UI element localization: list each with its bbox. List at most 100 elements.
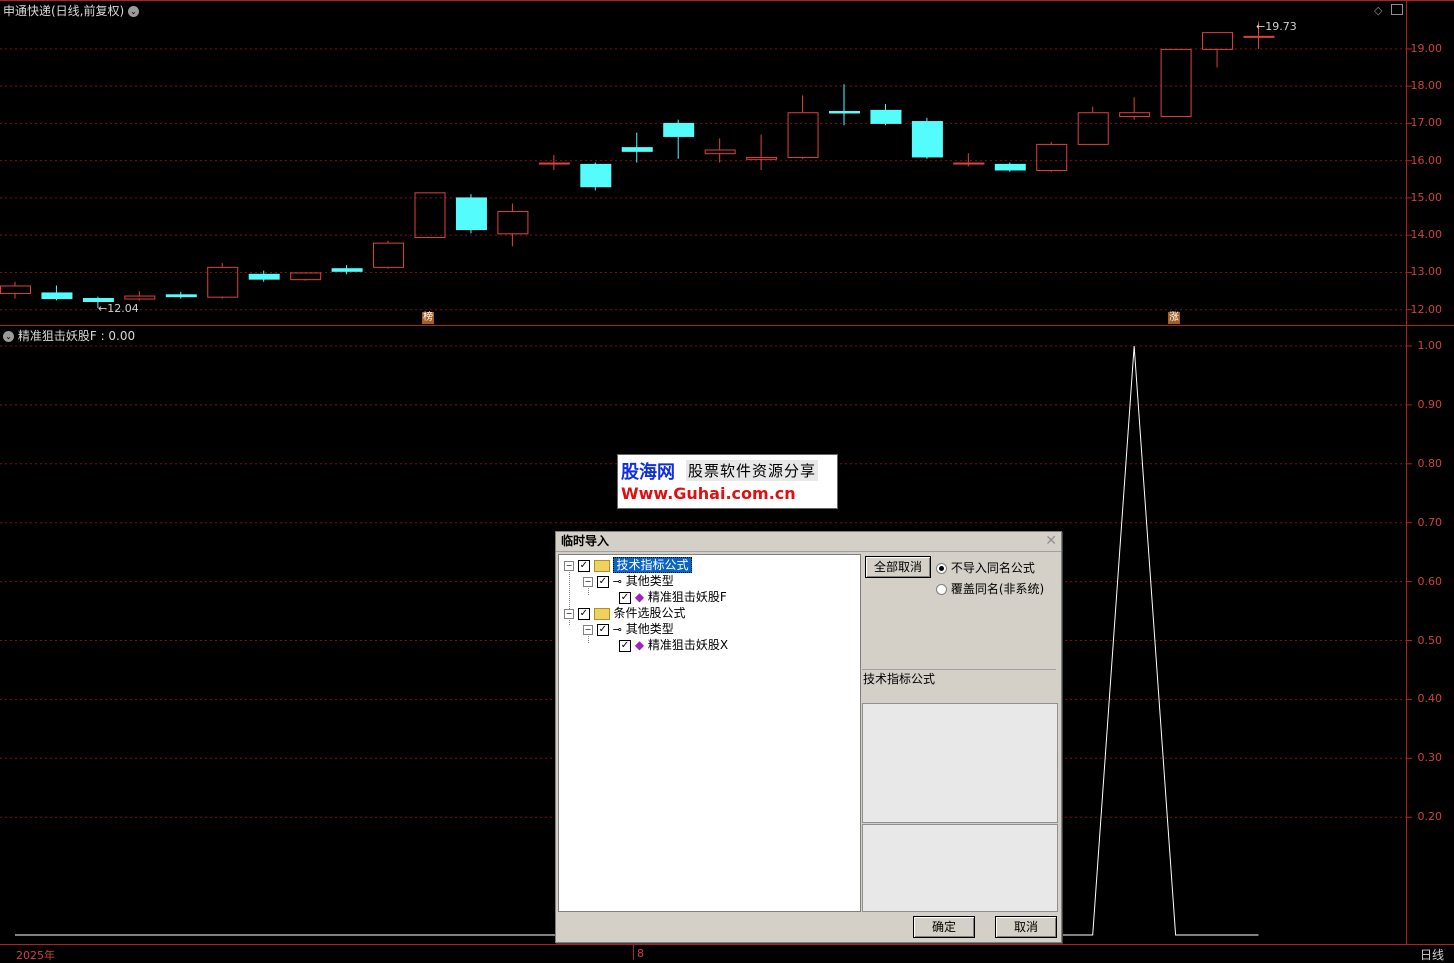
month-label: 8	[637, 947, 644, 960]
tree-node-formula-f[interactable]: ✓ ◆ 精准狙击妖股F	[619, 589, 727, 605]
window-toggle-icon[interactable]	[1391, 4, 1403, 15]
candle-body	[746, 156, 778, 160]
collapse-icon[interactable]: −	[564, 560, 574, 571]
radio-label: 覆盖同名(非系统)	[950, 582, 1045, 596]
ok-button[interactable]: 确定	[913, 916, 975, 938]
candle-body	[538, 162, 570, 165]
indicator-tick-label: 0.20	[1417, 810, 1443, 824]
month-divider	[633, 945, 634, 960]
candle-body	[0, 285, 31, 294]
checkbox-icon[interactable]: ✓	[577, 559, 590, 572]
candle-body	[1160, 48, 1192, 117]
logo-name: 股海网	[621, 462, 675, 483]
top-border	[0, 0, 1454, 1]
indicator-name: 精准狙击妖股F	[17, 329, 97, 343]
radio-icon[interactable]	[936, 584, 947, 595]
folder-icon	[593, 607, 610, 620]
marker-bang[interactable]: 榜	[422, 312, 434, 324]
candle-body	[373, 242, 405, 268]
candle-body	[290, 272, 322, 281]
candle-body	[911, 121, 943, 158]
watermark-logo: 股海网 股票软件资源分享 Www.Guhai.com.cn	[617, 454, 838, 509]
checkbox-icon[interactable]: ✓	[619, 639, 631, 652]
price-tick-label: 14.00	[1410, 228, 1443, 242]
dropdown-icon[interactable]: ⌄	[128, 6, 140, 17]
diamond-icon: ◆	[634, 638, 645, 652]
low-value: 12.04	[107, 302, 139, 315]
price-tick-label: 15.00	[1410, 190, 1443, 204]
key-icon: ⊸	[612, 575, 622, 588]
candle-body	[414, 192, 446, 239]
diamond-icon[interactable]: ◇	[1374, 4, 1382, 17]
tree-node-other-types[interactable]: − ✓ ⊸ 其他类型	[583, 573, 674, 589]
marker-zhang[interactable]: 涨	[1168, 312, 1180, 324]
candle-body	[1243, 35, 1275, 38]
high-value: 19.73	[1265, 20, 1297, 33]
indicator-title: ⌄ 精准狙击妖股F : 0.00	[3, 327, 135, 344]
candle-body	[207, 266, 239, 298]
candle-body	[787, 112, 819, 158]
candle-body	[1202, 32, 1234, 50]
candle-body	[1036, 143, 1068, 171]
price-tick-label: 12.00	[1410, 302, 1443, 316]
candle-body	[248, 273, 280, 280]
tree-node-other-types[interactable]: − ✓ ⊸ 其他类型	[583, 621, 674, 637]
cancel-all-button[interactable]: 全部取消	[865, 556, 931, 578]
radio-overwrite[interactable]: 覆盖同名(非系统)	[936, 580, 1044, 597]
radio-label: 不导入同名公式	[950, 561, 1035, 575]
candle-body	[621, 147, 653, 152]
candle-body	[994, 163, 1026, 171]
dropdown-icon[interactable]: ⌄	[3, 331, 14, 342]
description-panel	[862, 703, 1058, 823]
candle-body	[953, 162, 985, 165]
checkbox-icon[interactable]: ✓	[619, 591, 631, 604]
tree-label: 精准狙击妖股F	[647, 590, 727, 604]
collapse-icon[interactable]: −	[583, 576, 593, 587]
formula-tree[interactable]: − ✓ 技术指标公式 − ✓ ⊸ 其他类型 ✓ ◆ 精准狙击妖股F − ✓ 条件…	[558, 554, 861, 912]
chart-title-text: 申通快递(日线,前复权)	[3, 4, 125, 18]
low-annotation: ←12.04	[98, 302, 139, 315]
candle-body	[455, 197, 487, 231]
indicator-tick-label: 0.50	[1417, 633, 1443, 647]
checkbox-icon[interactable]: ✓	[577, 607, 590, 620]
tree-label: 精准狙击妖股X	[647, 638, 729, 652]
pane-divider	[0, 325, 1454, 326]
checkbox-icon[interactable]: ✓	[596, 623, 609, 636]
indicator-tick-label: 0.80	[1417, 456, 1443, 470]
indicator-tick-label: 1.00	[1417, 339, 1443, 352]
key-icon: ⊸	[612, 623, 622, 636]
indicator-value: : 0.00	[100, 329, 136, 343]
price-tick-label: 13.00	[1410, 265, 1443, 279]
tree-node-formula-x[interactable]: ✓ ◆ 精准狙击妖股X	[619, 637, 728, 653]
import-dialog: 临时导入 ✕ − ✓ 技术指标公式 − ✓ ⊸ 其他类型 ✓ ◆ 精准狙击妖股F…	[555, 531, 1062, 943]
folder-icon	[593, 559, 610, 572]
indicator-tick-label: 0.70	[1417, 515, 1443, 529]
tree-node-stock-screen-formulas[interactable]: − ✓ 条件选股公式	[564, 605, 686, 621]
checkbox-icon[interactable]: ✓	[596, 575, 609, 588]
price-tick-label: 16.00	[1410, 153, 1443, 167]
tree-label: 技术指标公式	[613, 557, 692, 573]
right-axis-divider	[1406, 0, 1407, 944]
high-annotation: ←19.73	[1256, 20, 1297, 33]
dialog-title: 临时导入	[556, 532, 1061, 552]
tree-node-tech-formulas[interactable]: − ✓ 技术指标公式	[564, 557, 692, 573]
indicator-tick-label: 0.90	[1417, 397, 1443, 411]
candle-body	[331, 268, 363, 272]
logo-url: Www.Guhai.com.cn	[621, 484, 796, 503]
collapse-icon[interactable]: −	[583, 624, 593, 635]
candle-body	[497, 210, 529, 235]
indicator-tick-label: 0.60	[1417, 574, 1443, 588]
candle-body	[41, 292, 73, 300]
period-label[interactable]: 日线	[1420, 946, 1444, 963]
radio-icon[interactable]	[936, 563, 947, 574]
tree-label: 其他类型	[625, 622, 674, 636]
close-icon[interactable]: ✕	[1045, 533, 1057, 549]
collapse-icon[interactable]: −	[564, 608, 574, 619]
logo-slogan: 股票软件资源分享	[686, 460, 819, 481]
chart-title: 申通快递(日线,前复权) ⌄	[3, 2, 140, 19]
detail-panel	[862, 824, 1058, 912]
candle-body	[663, 122, 695, 137]
candle-body	[1119, 112, 1151, 117]
cancel-button[interactable]: 取消	[995, 916, 1057, 938]
radio-skip-duplicates[interactable]: 不导入同名公式	[936, 559, 1035, 576]
